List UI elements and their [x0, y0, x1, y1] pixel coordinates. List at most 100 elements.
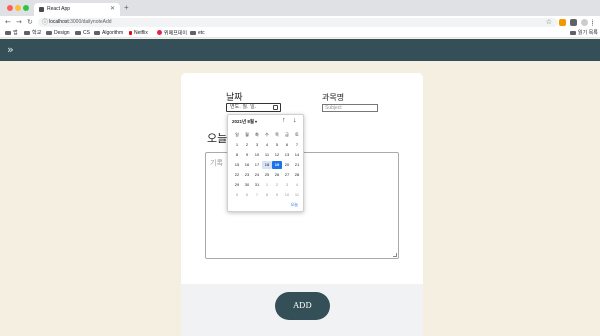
date-field-placeholder: 연도. 월. 일.: [230, 104, 257, 110]
next-month-icon[interactable]: ↓: [293, 116, 297, 126]
favicon-icon: [39, 7, 44, 12]
calendar-day[interactable]: 13: [282, 151, 292, 159]
weekday-label: 월: [245, 132, 249, 137]
month-selector[interactable]: 2021년 8월▾: [232, 119, 257, 125]
weekday-label: 수: [265, 132, 269, 137]
add-button[interactable]: ADD: [275, 292, 330, 320]
month-label: 2021년 8월: [232, 119, 255, 124]
address-bar[interactable]: ⓘ localhost:3000/dailynoteAdd ☆: [38, 18, 558, 27]
calendar-week-row: 8 9 10 11 12 13 14: [232, 151, 302, 159]
calendar-day[interactable]: 10: [282, 191, 292, 199]
bookmark-wemakeprice[interactable]: 위메프데이: [157, 30, 187, 38]
browser-toolbar: ← → ↻ ⓘ localhost:3000/dailynoteAdd ☆: [0, 16, 600, 29]
calendar-day[interactable]: 4: [292, 181, 302, 189]
calendar-day[interactable]: 22: [232, 171, 242, 179]
calendar-day[interactable]: 2: [242, 141, 252, 149]
minimize-window-button[interactable]: [15, 5, 21, 11]
extensions-puzzle-icon[interactable]: [570, 19, 577, 26]
tab-close-icon[interactable]: ✕: [110, 5, 115, 12]
calendar-day[interactable]: 7: [252, 191, 262, 199]
profile-avatar-icon[interactable]: [581, 19, 588, 26]
calendar-day[interactable]: 11: [292, 191, 302, 199]
calendar-day[interactable]: 9: [242, 151, 252, 159]
calendar-day[interactable]: 9: [272, 191, 282, 199]
menu-expand-icon[interactable]: »: [7, 43, 14, 56]
calendar-day[interactable]: 5: [232, 191, 242, 199]
wemakeprice-icon: [157, 30, 162, 35]
calendar-day[interactable]: 8: [232, 151, 242, 159]
folder-icon: [24, 30, 30, 35]
site-info-icon[interactable]: ⓘ: [42, 19, 48, 26]
previous-month-icon[interactable]: ↑: [282, 116, 286, 126]
calendar-day[interactable]: 1: [262, 181, 272, 189]
calendar-day[interactable]: 6: [282, 141, 292, 149]
calendar-day[interactable]: 14: [292, 151, 302, 159]
calendar-day[interactable]: 26: [272, 171, 282, 179]
calendar-day[interactable]: 12: [272, 151, 282, 159]
bookmark-netflix[interactable]: Netflix: [129, 30, 148, 37]
calendar-day[interactable]: 31: [252, 181, 262, 189]
calendar-day-selected[interactable]: 19: [272, 161, 282, 169]
today-label: 오늘: [207, 132, 228, 145]
calendar-day[interactable]: 17: [252, 161, 262, 169]
apps-grid-icon: [5, 30, 11, 35]
calendar-day[interactable]: 2: [272, 181, 282, 189]
calendar-day[interactable]: 20: [282, 161, 292, 169]
bookmark-folder[interactable]: 학교: [24, 30, 41, 37]
bookmarks-bar: 앱 학교 Design CS Algorithm Netflix 위메프데이 e…: [0, 29, 600, 38]
calendar-week-row: 29 30 31 1 2 3 4: [232, 181, 302, 189]
calendar-day[interactable]: 25: [262, 171, 272, 179]
calendar-day[interactable]: 1: [232, 141, 242, 149]
date-field[interactable]: 연도. 월. 일.: [226, 103, 281, 112]
calendar-day[interactable]: 3: [252, 141, 262, 149]
new-tab-button[interactable]: +: [124, 3, 129, 12]
weekday-label: 금: [285, 132, 289, 137]
calendar-day[interactable]: 21: [292, 161, 302, 169]
today-button[interactable]: 오늘: [291, 202, 298, 208]
record-placeholder: 기록: [210, 160, 223, 167]
browser-menu-icon[interactable]: [592, 19, 594, 26]
caret-down-icon: ▾: [255, 119, 258, 124]
bookmark-folder[interactable]: etc: [190, 30, 205, 37]
calendar-day[interactable]: 16: [242, 161, 252, 169]
forward-icon[interactable]: →: [16, 18, 22, 27]
resize-handle-icon[interactable]: [393, 253, 397, 257]
calendar-day[interactable]: 7: [292, 141, 302, 149]
calendar-week-row: 5 6 7 8 9 10 11: [232, 191, 302, 199]
calendar-icon[interactable]: [273, 105, 278, 110]
bookmark-star-icon[interactable]: ☆: [546, 18, 552, 27]
weekday-label: 토: [295, 132, 299, 137]
extension-icon[interactable]: [559, 19, 566, 26]
calendar-day[interactable]: 23: [242, 171, 252, 179]
calendar-day[interactable]: 5: [272, 141, 282, 149]
calendar-day[interactable]: 24: [252, 171, 262, 179]
calendar-day[interactable]: 28: [292, 171, 302, 179]
maximize-window-button[interactable]: [23, 5, 29, 11]
bookmark-folder[interactable]: Design: [46, 30, 70, 37]
reading-list[interactable]: 읽기 목록: [570, 30, 598, 37]
calendar-day[interactable]: 27: [282, 171, 292, 179]
bookmark-folder[interactable]: Algorithm: [94, 30, 123, 37]
calendar-day[interactable]: 29: [232, 181, 242, 189]
calendar-day[interactable]: 10: [252, 151, 262, 159]
back-icon[interactable]: ←: [5, 18, 11, 27]
tab-strip: React App ✕ +: [0, 0, 600, 16]
browser-tab[interactable]: React App ✕: [34, 3, 120, 16]
calendar-day[interactable]: 30: [242, 181, 252, 189]
bookmark-folder[interactable]: CS: [75, 30, 90, 37]
weekday-label: 목: [275, 132, 279, 137]
close-window-button[interactable]: [7, 5, 13, 11]
subject-field[interactable]: Subject: [322, 104, 378, 112]
calendar-day[interactable]: 3: [282, 181, 292, 189]
reload-icon[interactable]: ↻: [27, 18, 33, 27]
bookmark-apps[interactable]: 앱: [5, 30, 18, 37]
calendar-day[interactable]: 6: [242, 191, 252, 199]
date-label: 날짜: [226, 93, 243, 103]
calendar-day[interactable]: 8: [262, 191, 272, 199]
folder-icon: [46, 30, 52, 35]
calendar-day[interactable]: 18: [262, 161, 272, 169]
calendar-day[interactable]: 4: [262, 141, 272, 149]
calendar-day[interactable]: 15: [232, 161, 242, 169]
url-path: :3000/dailynoteAdd: [68, 19, 112, 25]
calendar-day[interactable]: 11: [262, 151, 272, 159]
